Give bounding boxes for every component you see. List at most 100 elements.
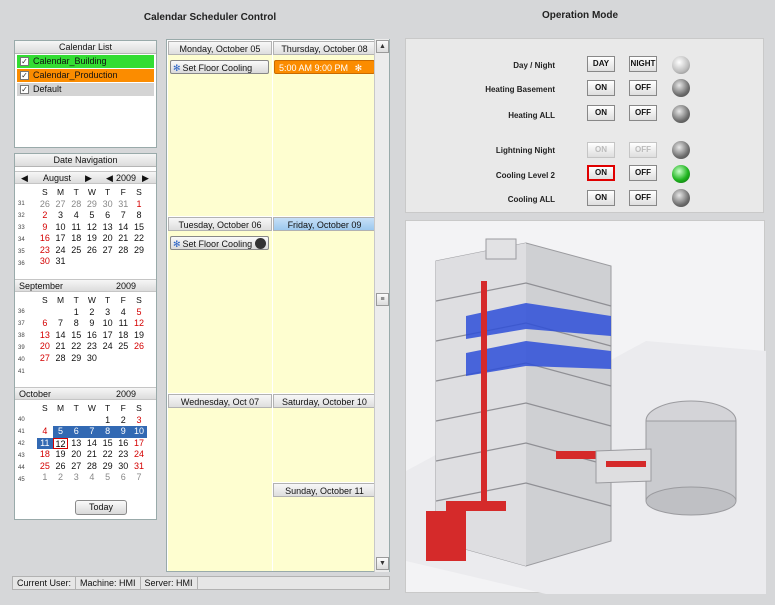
date-navigation-header: Date Navigation (15, 154, 156, 167)
week-row: 12345 (73, 306, 142, 317)
event-time: 5:00 AM 9:00 PM (279, 63, 349, 73)
month-name: October (19, 389, 52, 399)
op-label-heating-basement: Heating Basement (485, 85, 555, 94)
month-august: ◀ August ▶ ◀ 2009 ▶ 31 32 33 34 35 36 SMTWTFS… (15, 171, 156, 279)
month-name: September (19, 281, 64, 291)
weekday-header: SMTWTFS (42, 295, 142, 305)
day-wednesday[interactable]: Wednesday, Oct 07 (168, 394, 272, 571)
lightning-night-on-button[interactable]: ON (587, 142, 615, 158)
checkbox-icon[interactable]: ✓ (20, 85, 29, 94)
week-row: 4 5 6 7 8 9 10 (37, 426, 147, 438)
calendar-list-panel: Calendar List ✓ Calendar_Building ✓ Cale… (14, 40, 157, 148)
month-name: August (43, 173, 72, 183)
next-year-icon[interactable]: ▶ (142, 172, 149, 185)
event-set-floor-cooling[interactable]: ✻ Set Floor Cooling (170, 60, 269, 74)
cooling-icon: ✻ (354, 63, 363, 73)
op-label-heating-all: Heating ALL (508, 111, 555, 120)
scheduler-title: Calendar Scheduler Control (143, 12, 277, 23)
month-header: September 2009 (15, 279, 156, 292)
event-production-time[interactable]: 5:00 AM 9:00 PM ✻ (274, 60, 375, 74)
cooling-level-2-off-button[interactable]: OFF (629, 165, 657, 181)
week-row: 25 26 27 28 29 30 31 (39, 460, 144, 471)
heating-all-off-button[interactable]: OFF (629, 105, 657, 121)
day-header: Tuesday, October 06 (168, 217, 272, 231)
day-header: Saturday, October 10 (273, 394, 376, 408)
scroll-thumb[interactable]: ≡ (376, 293, 389, 306)
month-october: October 2009 40 41 42 43 44 45 SMTWTFS 123 45… (15, 387, 156, 497)
checkbox-icon[interactable]: ✓ (20, 57, 29, 66)
week-row: 27 28 29 30 (39, 352, 97, 363)
status-lamp-icon (672, 141, 690, 159)
next-month-icon[interactable]: ▶ (85, 172, 92, 185)
operation-mode-panel: Day / Night DAY NIGHT Heating Basement O… (405, 38, 764, 213)
heating-basement-on-button[interactable]: ON (587, 80, 615, 96)
heating-all-on-button[interactable]: ON (587, 105, 615, 121)
date-navigation-panel: Date Navigation ◀ August ▶ ◀ 2009 ▶ 31 32… (14, 153, 157, 520)
year-label: 2009 (116, 281, 137, 291)
op-label-day-night: Day / Night (513, 61, 555, 70)
op-label-cooling-level-2: Cooling Level 2 (495, 171, 555, 180)
op-label-lightning-night: Lightning Night (495, 146, 555, 155)
day-header: Friday, October 09 (273, 217, 376, 231)
building-illustration (406, 238, 766, 594)
year-label: 2009 (116, 389, 137, 399)
status-lamp-icon (672, 79, 690, 97)
weekday-header: SMTWTFS (42, 403, 142, 413)
heating-basement-off-button[interactable]: OFF (629, 80, 657, 96)
today-button[interactable]: Today (75, 500, 127, 515)
cooling-icon: ✻ (173, 239, 181, 249)
scroll-down-icon[interactable]: ▼ (376, 557, 389, 570)
cooling-all-off-button[interactable]: OFF (629, 190, 657, 206)
event-label: Set Floor Cooling (182, 63, 253, 73)
day-tuesday[interactable]: Tuesday, October 06 ✻ Set Floor Cooling (168, 217, 272, 393)
week-row: 30 31 (39, 256, 66, 266)
checkbox-icon[interactable]: ✓ (20, 71, 29, 80)
status-current-user: Current User: (13, 577, 77, 589)
day-sunday[interactable]: Sunday, October 11 (273, 483, 376, 571)
building-3d-view[interactable] (405, 220, 766, 594)
calendar-item-production[interactable]: ✓ Calendar_Production (17, 69, 154, 82)
day-friday[interactable]: Friday, October 09 (273, 217, 376, 393)
day-header: Thursday, October 08 (273, 41, 376, 55)
lightning-night-off-button[interactable]: OFF (629, 142, 657, 158)
scroll-up-icon[interactable]: ▲ (376, 40, 389, 53)
day-button[interactable]: DAY (587, 56, 615, 72)
day-monday[interactable]: Monday, October 05 ✻ Set Floor Cooling (168, 41, 272, 216)
prev-month-icon[interactable]: ◀ (21, 172, 28, 185)
week-row: 23 24 25 26 27 28 29 (39, 244, 144, 255)
week-row: 13 14 15 16 17 18 19 (39, 329, 144, 340)
week-row: 6 7 8 9 10 11 12 (42, 318, 144, 328)
week-row: 18 19 20 21 22 23 24 (39, 449, 144, 459)
night-button[interactable]: NIGHT (629, 56, 657, 72)
week-view: Monday, October 05 ✻ Set Floor Cooling Th… (166, 39, 390, 572)
calendar-item-building[interactable]: ✓ Calendar_Building (17, 55, 154, 68)
year-label: 2009 (116, 173, 137, 183)
day-saturday[interactable]: Saturday, October 10 (273, 394, 376, 482)
week-row: 20 21 22 23 24 25 26 (39, 341, 144, 351)
week-row: 1234567 (42, 472, 142, 482)
weekday-header: SMTWTFS (42, 187, 142, 197)
status-lamp-icon (672, 105, 690, 123)
day-header: Wednesday, Oct 07 (168, 394, 272, 408)
month-september: September 2009 36 37 38 39 40 41 SMTWTFS 1234… (15, 279, 156, 387)
week-row: 16 17 18 19 20 21 22 (39, 233, 144, 243)
week-row: 26 27 28 29 30 31 1 (39, 198, 142, 209)
prev-year-icon[interactable]: ◀ (106, 172, 113, 185)
cooling-all-on-button[interactable]: ON (587, 190, 615, 206)
status-server: Server: HMI (141, 577, 198, 589)
day-header: Sunday, October 11 (273, 483, 376, 497)
event-set-floor-cooling[interactable]: ✻ Set Floor Cooling (170, 236, 269, 250)
calendar-item-label: Calendar_Building (33, 56, 107, 66)
week-row: 2345678 (42, 210, 142, 220)
status-bar: Current User: Machine: HMI Server: HMI (12, 576, 390, 590)
status-lamp-icon (672, 165, 690, 183)
cooling-level-2-on-button[interactable]: ON (587, 165, 615, 181)
clock-icon (255, 238, 266, 249)
operation-mode-title: Operation Mode (541, 10, 619, 21)
status-machine: Machine: HMI (76, 577, 141, 589)
status-lamp-icon (672, 56, 690, 74)
day-thursday[interactable]: Thursday, October 08 5:00 AM 9:00 PM ✻ (273, 41, 376, 216)
week-row: 9 10 11 12 13 14 15 (42, 221, 144, 232)
calendar-item-default[interactable]: ✓ Default (17, 83, 154, 96)
status-lamp-icon (672, 189, 690, 207)
